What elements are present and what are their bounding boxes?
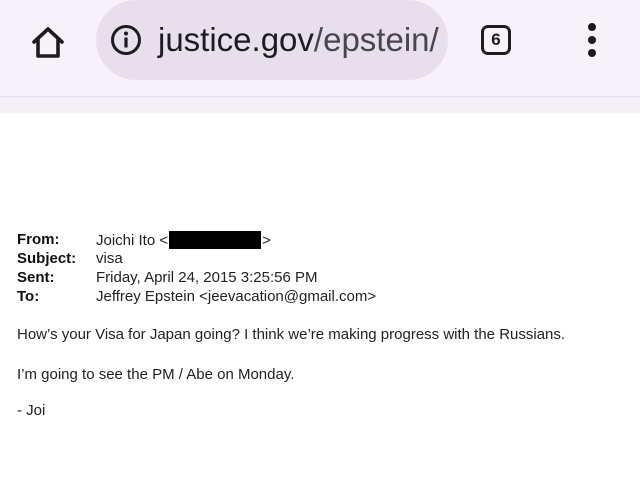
sent-label: Sent:: [17, 269, 55, 286]
tab-count: 6: [491, 30, 501, 49]
tab-switcher-icon: 6: [481, 25, 511, 55]
home-button[interactable]: [22, 18, 74, 66]
signature: - Joi: [17, 402, 46, 419]
email-document: From: Joichi Ito < > Subject: visa Sent: …: [0, 113, 640, 481]
address-bar[interactable]: justice.gov/epstein/: [96, 0, 448, 80]
more-vert-icon: [588, 23, 596, 31]
home-icon: [32, 27, 64, 58]
more-options-button[interactable]: [576, 16, 608, 64]
sent-value: Friday, April 24, 2015 3:25:56 PM: [96, 269, 318, 286]
more-vert-dot: [588, 36, 596, 44]
toolbar-divider: [0, 96, 640, 113]
from-label: From:: [17, 231, 60, 248]
url-path: /epstein/: [313, 21, 439, 58]
url-text[interactable]: justice.gov/epstein/: [158, 18, 439, 62]
body-line: How’s your Visa for Japan going? I think…: [17, 326, 566, 343]
subject-value: visa: [96, 250, 123, 267]
from-name: Joichi Ito <: [96, 232, 169, 249]
redaction-block: [169, 231, 262, 249]
more-vert-dot: [588, 49, 596, 57]
url-domain: justice.gov: [158, 21, 314, 58]
subject-label: Subject:: [17, 250, 77, 267]
to-value: Jeffrey Epstein <jeevacation@gmail.com>: [96, 288, 377, 305]
tab-switcher-button[interactable]: 6: [474, 18, 518, 62]
from-value: Joichi Ito < >: [96, 231, 271, 250]
from-suffix: >: [262, 232, 271, 249]
to-label: To:: [17, 288, 40, 305]
browser-toolbar: justice.gov/epstein/ 6: [0, 0, 640, 96]
body-line: I’m going to see the PM / Abe on Monday.: [17, 366, 295, 383]
info-icon[interactable]: [110, 24, 142, 56]
